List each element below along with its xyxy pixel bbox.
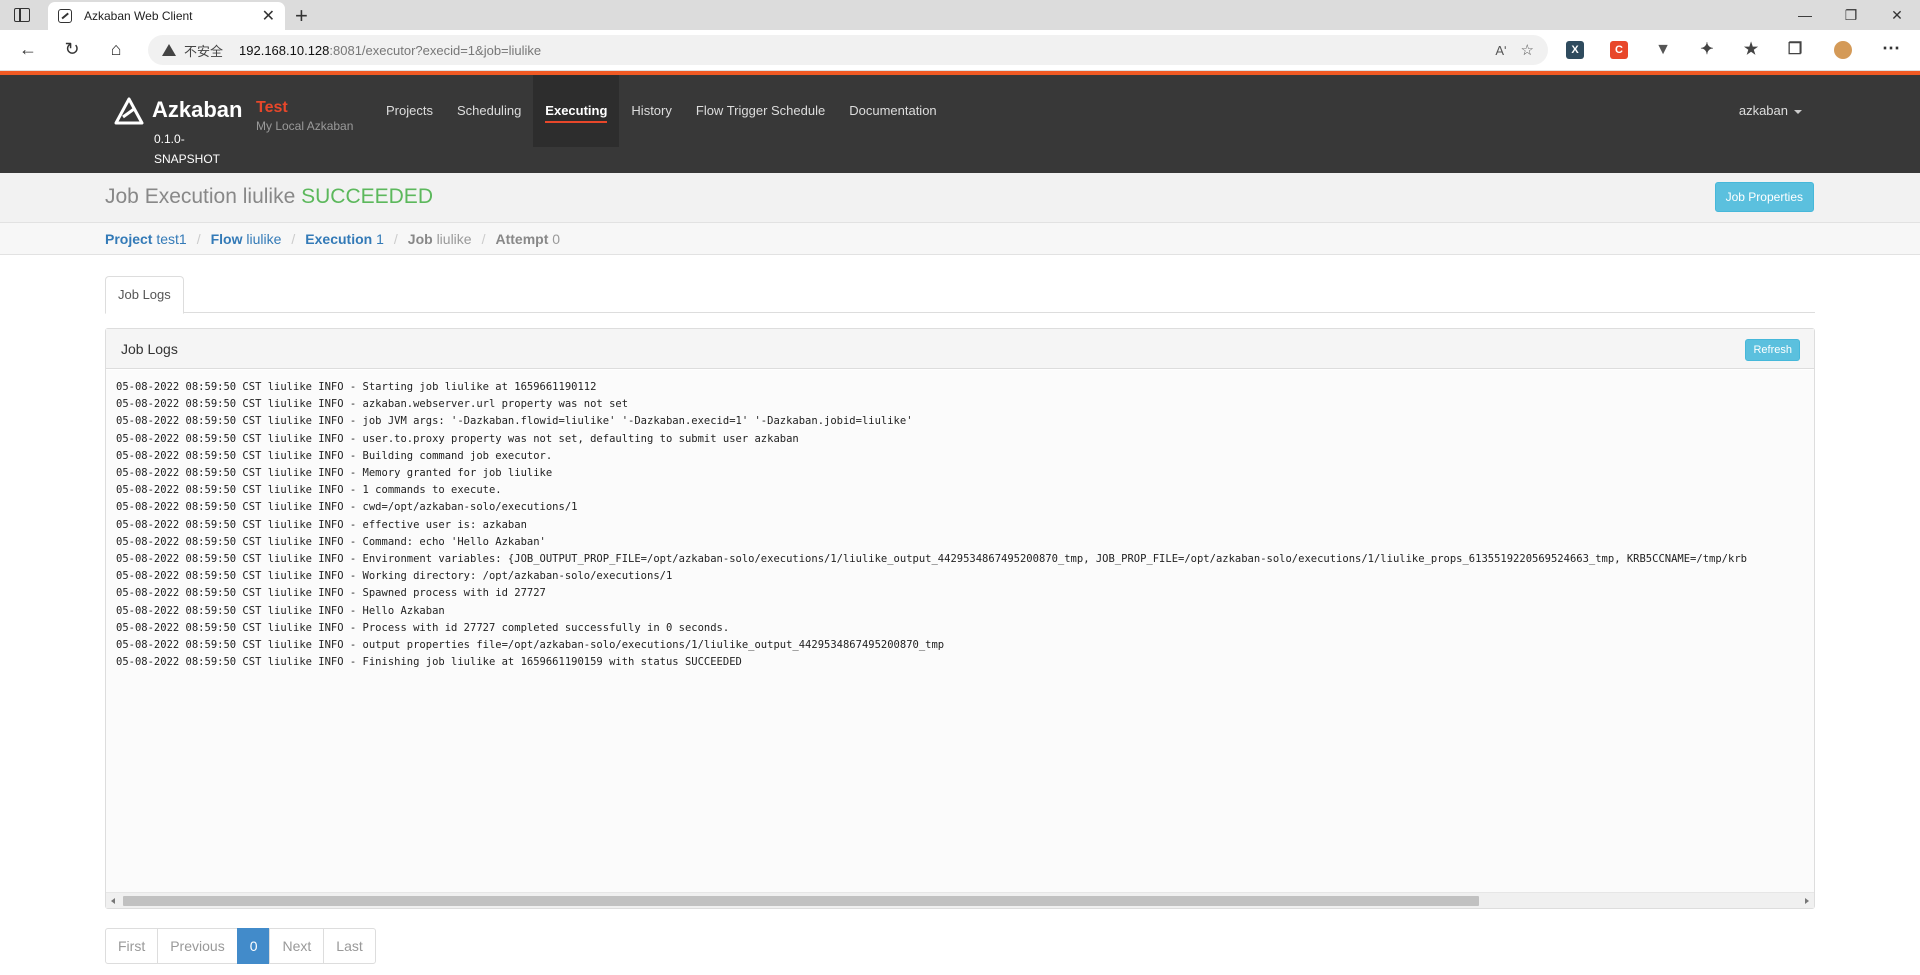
azkaban-favicon-icon [58,9,72,23]
more-icon[interactable]: ⋯ [1882,39,1900,59]
log-output[interactable]: 05-08-2022 08:59:50 CST liulike INFO - S… [106,370,1814,892]
minimize-icon[interactable]: — [1782,0,1828,30]
tab-close-icon[interactable]: ✕ [262,6,275,26]
job-properties-button[interactable]: Job Properties [1714,182,1814,212]
read-aloud-icon[interactable]: Aʹ [1495,43,1506,58]
restore-icon[interactable]: ❐ [1828,0,1874,30]
back-icon[interactable]: ← [16,39,40,60]
page-previous[interactable]: Previous [157,928,238,964]
menu-flow-trigger-schedule[interactable]: Flow Trigger Schedule [684,75,837,147]
close-window-icon[interactable]: ✕ [1874,0,1920,30]
tab-job-logs[interactable]: Job Logs [105,276,184,314]
log-line: 05-08-2022 08:59:50 CST liulike INFO - W… [116,570,673,583]
log-line: 05-08-2022 08:59:50 CST liulike INFO - S… [116,381,597,393]
brand-version: 0.1.0-SNAPSHOT [154,132,221,166]
menu-executing[interactable]: Executing [533,75,620,147]
log-line: 05-08-2022 08:59:50 CST liulike INFO - j… [116,415,913,428]
collections-icon[interactable]: ❐ [1786,41,1804,59]
breadcrumb-execution[interactable]: Execution 1 [305,231,384,247]
user-name: azkaban [1738,103,1788,118]
menu-scheduling[interactable]: Scheduling [445,75,533,147]
job-tabs: Job Logs [105,276,1815,314]
status-badge: SUCCEEDED [301,185,433,208]
log-line: 05-08-2022 08:59:50 CST liulike INFO - F… [116,656,742,669]
user-menu[interactable]: azkaban [1739,75,1802,147]
breadcrumb-separator: / [481,230,486,247]
sidebar-toggle-icon[interactable] [14,8,30,22]
profile-avatar-icon[interactable] [1834,41,1852,59]
horizontal-scrollbar[interactable] [106,892,1814,908]
breadcrumb-project[interactable]: Project test1 [105,231,187,247]
extensions-icon[interactable]: ✦ [1698,41,1716,59]
env-name: Test [256,99,288,116]
breadcrumb-separator: / [393,230,398,247]
home-icon[interactable]: ⌂ [104,39,128,60]
address-bar: ← ↻ ⌂ 不安全 192.168.10.128:8081/executor?e… [0,30,1920,71]
favorites-icon[interactable]: ★ [1742,41,1760,59]
title-prefix: Job Execution liulike [105,185,296,208]
brand-name: Azkaban [152,97,243,122]
menu-documentation[interactable]: Documentation [837,75,948,147]
log-line: 05-08-2022 08:59:50 CST liulike INFO - B… [116,449,553,462]
log-line: 05-08-2022 08:59:50 CST liulike INFO - H… [116,604,445,617]
breadcrumb-job: Job liulike [407,230,472,247]
breadcrumb-separator: / [196,230,201,247]
log-line: 05-08-2022 08:59:50 CST liulike INFO - a… [116,398,629,411]
extension-c-icon[interactable]: C [1610,41,1628,59]
warning-icon [162,44,176,56]
breadcrumb: Project test1 / Flow liulike / Execution… [0,223,1920,255]
log-line: 05-08-2022 08:59:50 CST liulike INFO - e… [116,518,527,531]
log-line: 05-08-2022 08:59:50 CST liulike INFO - c… [116,501,578,514]
pagination: First Previous 0 Next Last [105,928,376,964]
scroll-right-icon[interactable] [1805,898,1809,904]
insecure-label: 不安全 [184,43,224,59]
panel-title: Job Logs [121,341,178,357]
url-input[interactable]: 不安全 192.168.10.128:8081/executor?execid=… [148,35,1548,65]
log-line: 05-08-2022 08:59:50 CST liulike INFO - u… [116,432,799,445]
scroll-left-icon[interactable] [111,898,115,904]
page-current[interactable]: 0 [236,928,271,964]
page-header: Job Execution liulike SUCCEEDED Job Prop… [0,173,1920,223]
scrollbar-thumb[interactable] [123,896,1479,906]
refresh-button[interactable]: Refresh [1745,339,1800,361]
log-line: 05-08-2022 08:59:50 CST liulike INFO - M… [116,467,553,480]
new-tab-icon[interactable]: + [295,3,308,29]
tab-title: Azkaban Web Client [84,9,193,23]
browser-tab[interactable]: Azkaban Web Client ✕ [48,2,285,30]
extension-v-icon[interactable]: ▼ [1654,41,1672,59]
log-line: 05-08-2022 08:59:50 CST liulike INFO - E… [116,553,1747,566]
menu-projects[interactable]: Projects [374,75,445,147]
log-line: 05-08-2022 08:59:50 CST liulike INFO - 1… [116,484,502,497]
page-next[interactable]: Next [269,928,325,964]
azkaban-navbar: Azkaban 0.1.0-SNAPSHOT Test My Local Azk… [0,75,1920,173]
browser-tab-strip: Azkaban Web Client ✕ + — ❐ ✕ [0,0,1920,30]
page-title: Job Execution liulike SUCCEEDED [105,185,433,209]
extension-x-icon[interactable]: X [1566,41,1584,59]
breadcrumb-flow[interactable]: Flow liulike [211,231,282,247]
main-menu: Projects Scheduling Executing History Fl… [374,75,949,147]
panel-header: Job Logs Refresh [106,329,1814,369]
reload-icon[interactable]: ↻ [60,39,84,60]
job-logs-panel: Job Logs Refresh 05-08-2022 08:59:50 CST… [105,328,1815,909]
window-controls: — ❐ ✕ [1782,0,1920,30]
breadcrumb-separator: / [291,230,296,247]
menu-history[interactable]: History [619,75,683,147]
url-path: :8081/executor?execid=1&job=liulike [329,42,542,58]
log-line: 05-08-2022 08:59:50 CST liulike INFO - S… [116,587,546,600]
log-line: 05-08-2022 08:59:50 CST liulike INFO - o… [116,639,945,652]
page-last[interactable]: Last [323,928,376,964]
url-host: 192.168.10.128 [239,42,330,58]
breadcrumb-attempt: Attempt 0 [495,230,561,247]
env-desc: My Local Azkaban [256,119,354,133]
log-line: 05-08-2022 08:59:50 CST liulike INFO - C… [116,535,546,548]
add-favorite-icon[interactable]: ☆ [1521,41,1534,59]
log-line: 05-08-2022 08:59:50 CST liulike INFO - P… [116,621,730,634]
page-first[interactable]: First [105,928,159,964]
chevron-down-icon [1794,109,1802,114]
azkaban-logo-icon [114,97,144,125]
